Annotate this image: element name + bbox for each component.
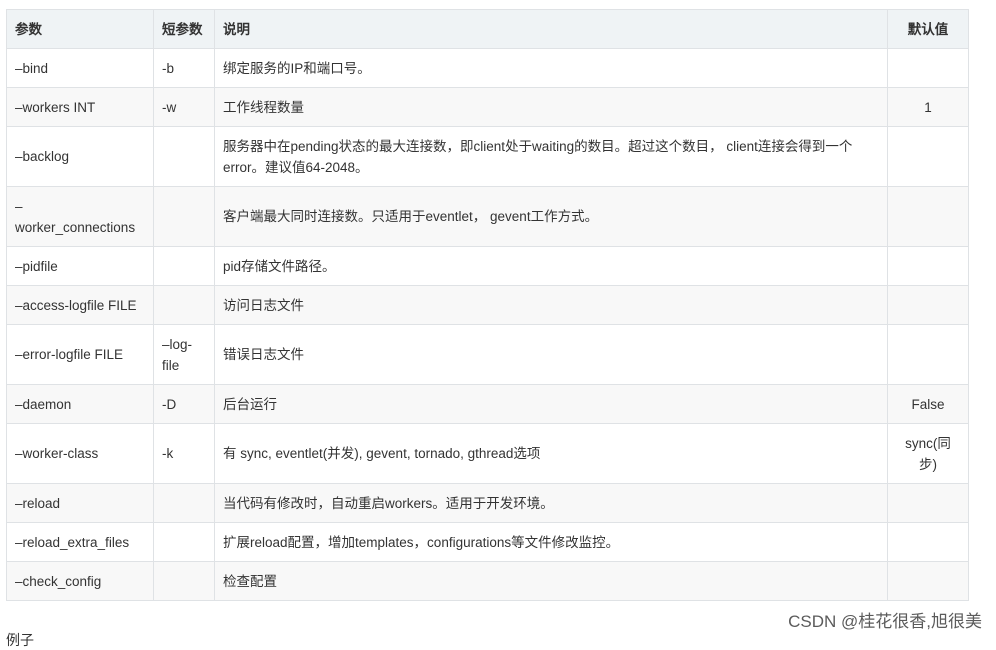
- desc-cell: 访问日志文件: [214, 285, 888, 325]
- table-row: –pidfile pid存储文件路径。: [6, 246, 969, 286]
- header-row: 参数 短参数 说明 默认值: [6, 9, 969, 49]
- table-row: – worker_connections 客户端最大同时连接数。只适用于even…: [6, 186, 969, 247]
- default-cell: sync(同 步): [887, 423, 969, 484]
- short-cell: [153, 522, 215, 562]
- desc-cell: pid存储文件路径。: [214, 246, 888, 286]
- short-cell: -D: [153, 384, 215, 424]
- desc-cell: 绑定服务的IP和端口号。: [214, 48, 888, 88]
- default-cell: [887, 246, 969, 286]
- param-cell: –reload_extra_files: [6, 522, 154, 562]
- short-cell: -b: [153, 48, 215, 88]
- short-cell: –log- file: [153, 324, 215, 385]
- csdn-watermark: CSDN @桂花很香,旭很美: [788, 612, 982, 631]
- default-cell: [887, 48, 969, 88]
- param-cell: –error-logfile FILE: [6, 324, 154, 385]
- table-row: –reload_extra_files 扩展reload配置，增加templat…: [6, 522, 969, 562]
- desc-cell: 当代码有修改时，自动重启workers。适用于开发环境。: [214, 483, 888, 523]
- default-cell: [887, 483, 969, 523]
- short-cell: [153, 126, 215, 187]
- next-section-text: 例子: [6, 632, 34, 648]
- parameters-table-container: 参数 短参数 说明 默认值 –bind -b 绑定服务的IP和端口号。 –wor…: [6, 9, 969, 601]
- desc-cell: 扩展reload配置，增加templates，configurations等文件…: [214, 522, 888, 562]
- desc-cell: 服务器中在pending状态的最大连接数，即client处于waiting的数目…: [214, 126, 888, 187]
- desc-cell: 工作线程数量: [214, 87, 888, 127]
- short-cell: -w: [153, 87, 215, 127]
- table-header: 参数 短参数 说明 默认值: [6, 9, 969, 49]
- table-row: –bind -b 绑定服务的IP和端口号。: [6, 48, 969, 88]
- table-row: –check_config 检查配置: [6, 561, 969, 601]
- desc-cell: 有 sync, eventlet(并发), gevent, tornado, g…: [214, 423, 888, 484]
- table-row: –worker-class -k 有 sync, eventlet(并发), g…: [6, 423, 969, 484]
- param-cell: –workers INT: [6, 87, 154, 127]
- header-desc: 说明: [214, 9, 888, 49]
- header-param: 参数: [6, 9, 154, 49]
- short-cell: [153, 285, 215, 325]
- header-short: 短参数: [153, 9, 215, 49]
- default-cell: [887, 285, 969, 325]
- param-cell: – worker_connections: [6, 186, 154, 247]
- default-cell: [887, 324, 969, 385]
- default-cell: [887, 561, 969, 601]
- header-default: 默认值: [887, 9, 969, 49]
- param-cell: –reload: [6, 483, 154, 523]
- default-cell: [887, 186, 969, 247]
- default-cell: [887, 126, 969, 187]
- param-cell: –access-logfile FILE: [6, 285, 154, 325]
- desc-cell: 检查配置: [214, 561, 888, 601]
- param-cell: –worker-class: [6, 423, 154, 484]
- table-row: –backlog 服务器中在pending状态的最大连接数，即client处于w…: [6, 126, 969, 187]
- short-cell: [153, 483, 215, 523]
- param-cell: –check_config: [6, 561, 154, 601]
- table-row: –workers INT -w 工作线程数量 1: [6, 87, 969, 127]
- desc-cell: 客户端最大同时连接数。只适用于eventlet， gevent工作方式。: [214, 186, 888, 247]
- short-cell: -k: [153, 423, 215, 484]
- short-cell: [153, 186, 215, 247]
- parameters-table: 参数 短参数 说明 默认值 –bind -b 绑定服务的IP和端口号。 –wor…: [6, 9, 969, 601]
- default-cell: [887, 522, 969, 562]
- short-cell: [153, 246, 215, 286]
- param-cell: –bind: [6, 48, 154, 88]
- table-row: –access-logfile FILE 访问日志文件: [6, 285, 969, 325]
- desc-cell: 后台运行: [214, 384, 888, 424]
- param-cell: –daemon: [6, 384, 154, 424]
- desc-cell: 错误日志文件: [214, 324, 888, 385]
- table-row: –reload 当代码有修改时，自动重启workers。适用于开发环境。: [6, 483, 969, 523]
- default-cell: 1: [887, 87, 969, 127]
- param-cell: –backlog: [6, 126, 154, 187]
- default-cell: False: [887, 384, 969, 424]
- table-row: –daemon -D 后台运行 False: [6, 384, 969, 424]
- table-row: –error-logfile FILE –log- file 错误日志文件: [6, 324, 969, 385]
- param-cell: –pidfile: [6, 246, 154, 286]
- short-cell: [153, 561, 215, 601]
